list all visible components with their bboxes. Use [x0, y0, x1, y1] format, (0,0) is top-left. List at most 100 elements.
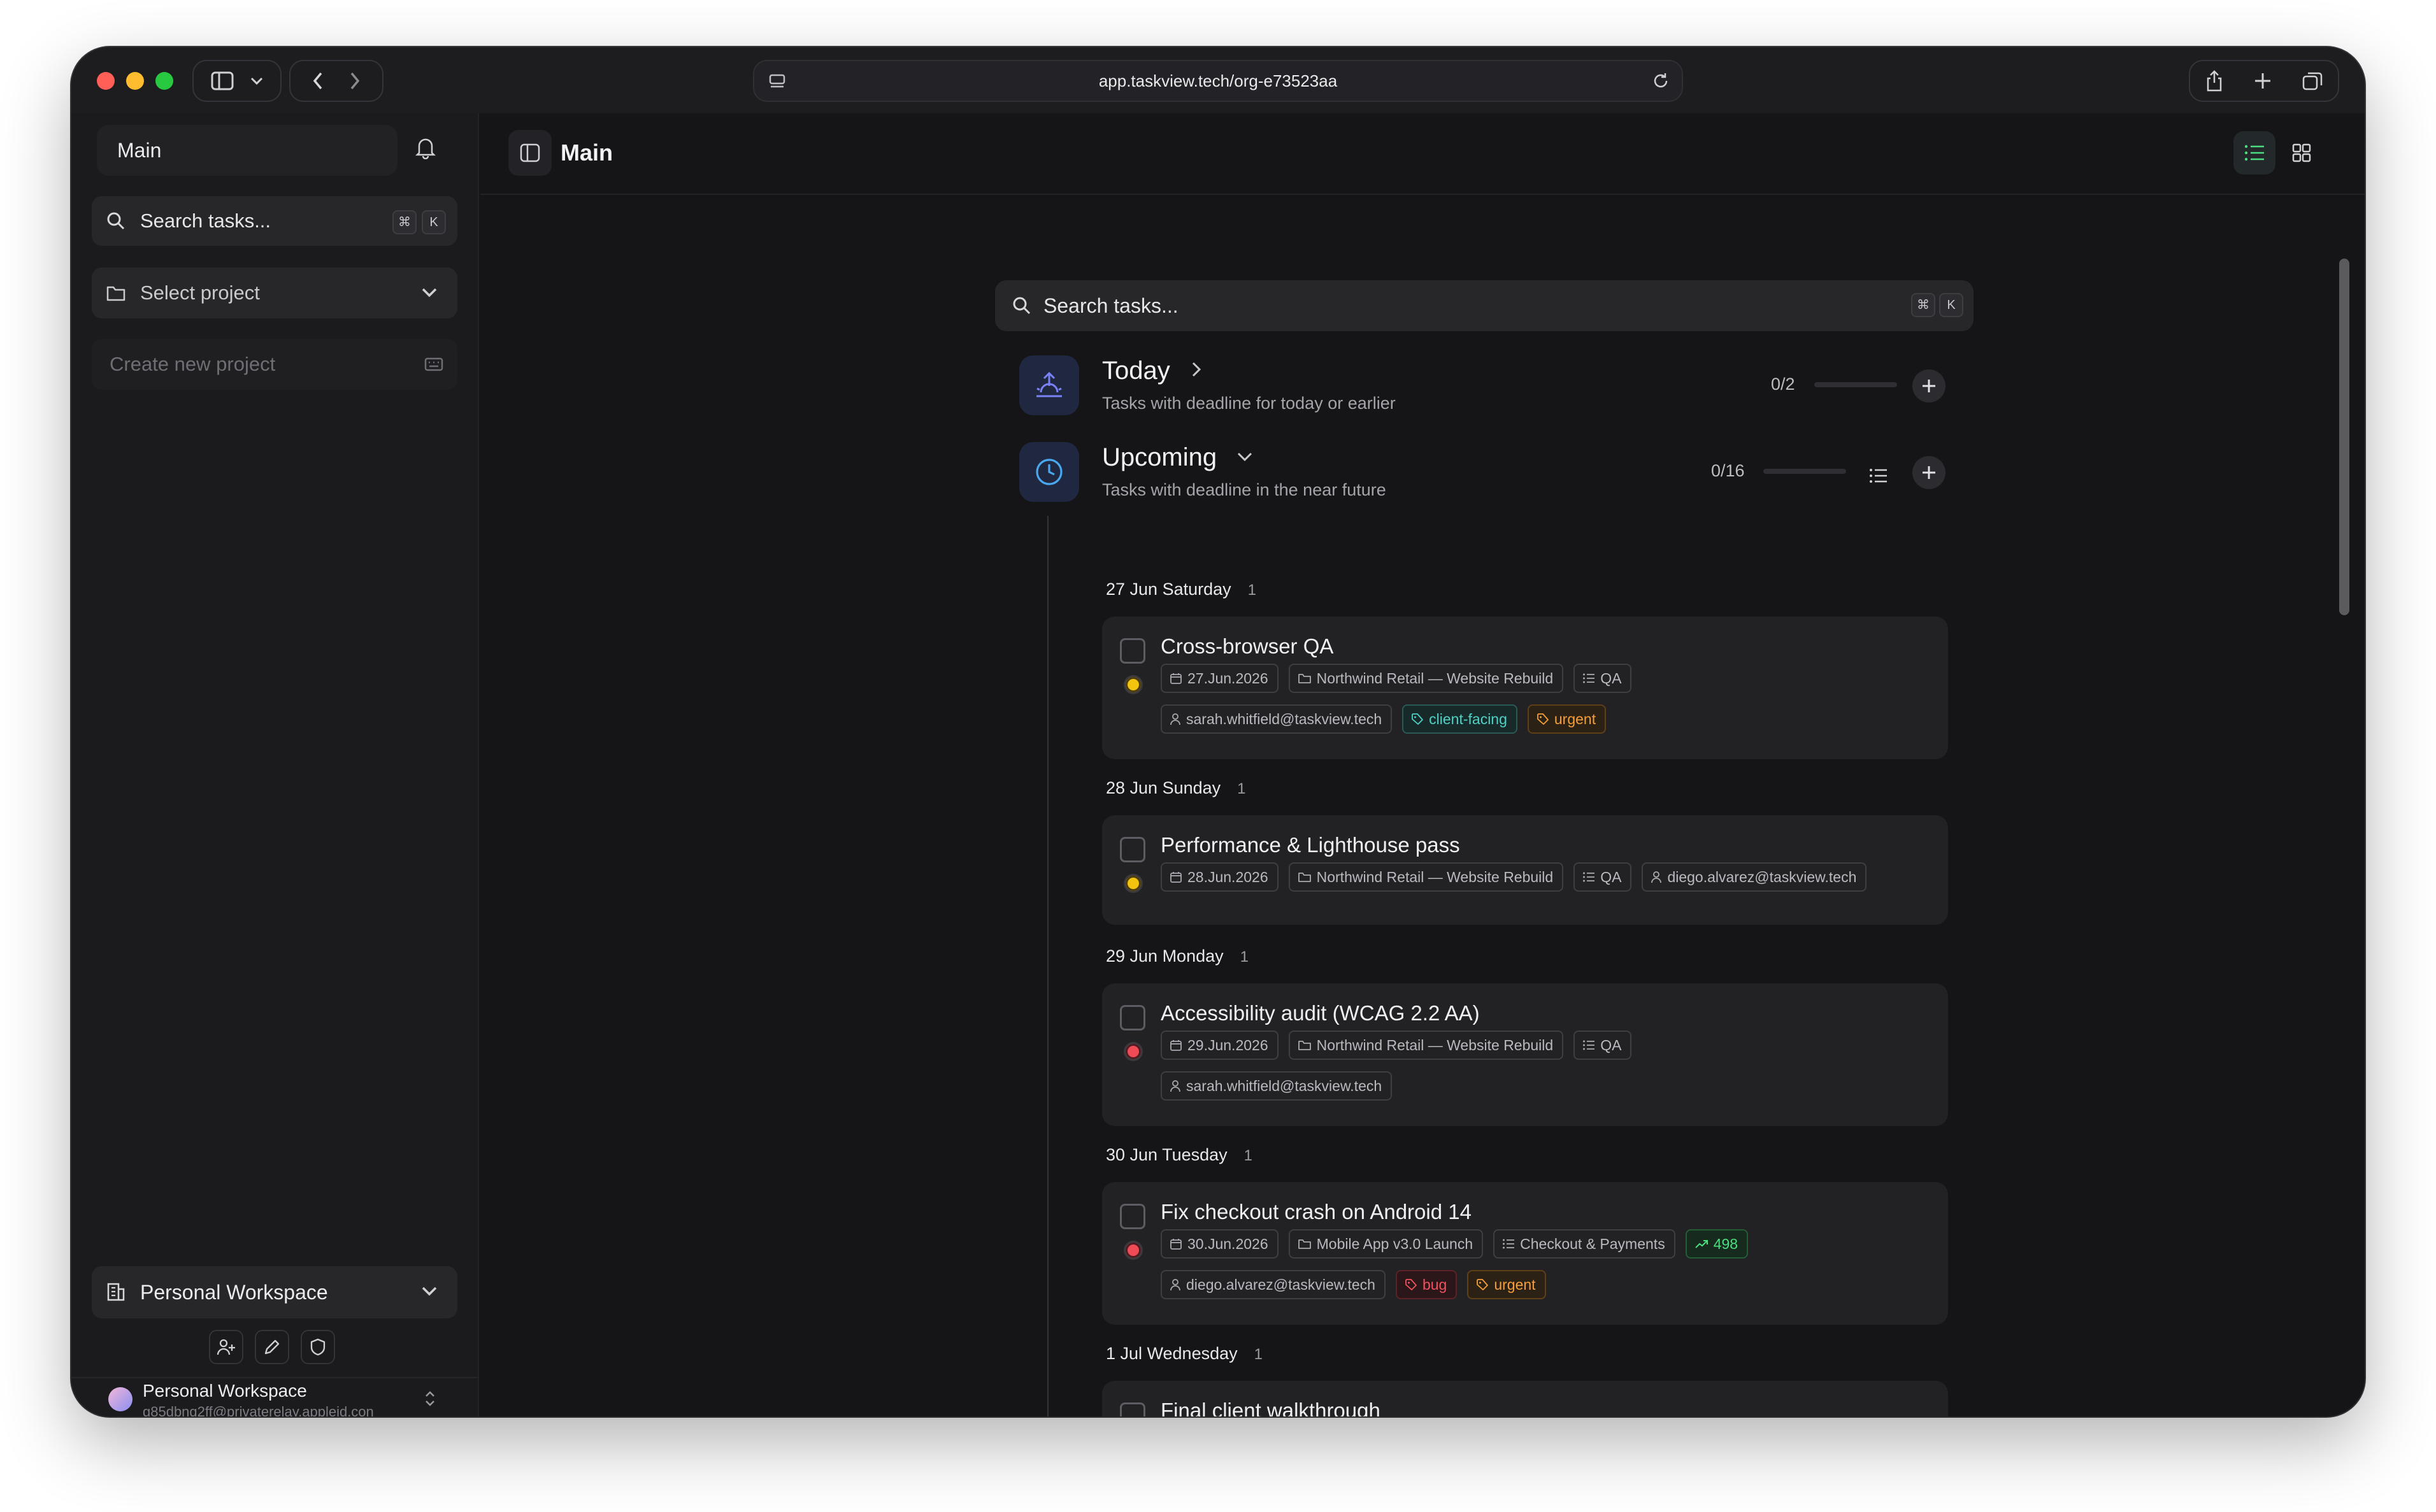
url-text: app.taskview.tech/org-e73523aa: [1098, 71, 1338, 90]
tab-overview-icon[interactable]: [2302, 71, 2323, 91]
today-subtitle: Tasks with deadline for today or earlier: [1102, 394, 1396, 413]
new-tab-icon[interactable]: [2253, 71, 2272, 90]
task-tag-user[interactable]: sarah.whitfield@taskview.tech: [1161, 704, 1393, 734]
task-tag-text: urgent: [1554, 711, 1596, 727]
back-icon[interactable]: [312, 71, 324, 90]
task-card[interactable]: Accessibility audit (WCAG 2.2 AA) 29.Jun.…: [1102, 983, 1948, 1126]
day-header: 28 Jun Sunday 1: [1106, 778, 1246, 798]
search-icon: [107, 212, 125, 230]
task-tag-trend[interactable]: 498: [1685, 1229, 1749, 1259]
task-tag-list[interactable]: Checkout & Payments: [1493, 1229, 1675, 1259]
task-tag-text: 30.Jun.2026: [1187, 1236, 1268, 1252]
zoom-window-button[interactable]: [155, 72, 173, 90]
sunrise-icon: [1036, 371, 1062, 397]
task-tag-calendar[interactable]: 27.Jun.2026: [1161, 664, 1279, 693]
day-task-count: 1: [1254, 1346, 1263, 1363]
task-tag-text: 29.Jun.2026: [1187, 1037, 1268, 1053]
task-tag-text: client-facing: [1429, 711, 1507, 727]
create-project-input[interactable]: Create new project: [92, 339, 457, 390]
task-tag-list[interactable]: QA: [1573, 1031, 1632, 1060]
task-checkbox[interactable]: [1120, 1402, 1145, 1416]
add-today-task-button[interactable]: [1912, 369, 1945, 403]
user-plus-icon: [217, 1339, 235, 1355]
workspace-security-button[interactable]: [301, 1330, 335, 1364]
task-checkbox[interactable]: [1120, 1005, 1145, 1031]
task-card[interactable]: Cross-browser QA 27.Jun.2026 Northwind Ret…: [1102, 617, 1948, 759]
task-tag-tag[interactable]: client-facing: [1402, 704, 1517, 734]
task-tag-user[interactable]: sarah.whitfield@taskview.tech: [1161, 1071, 1393, 1101]
forward-icon[interactable]: [349, 71, 361, 90]
task-checkbox[interactable]: [1120, 837, 1145, 862]
today-title[interactable]: Today: [1102, 357, 1201, 385]
task-card[interactable]: Final client walkthrough01.Jul.2026North…: [1102, 1381, 1948, 1416]
task-tag-tag[interactable]: urgent: [1527, 704, 1607, 734]
shortcut-cmd-key: ⌘: [392, 210, 417, 234]
task-card[interactable]: Performance & Lighthouse pass 28.Jun.2026…: [1102, 815, 1948, 925]
manage-members-button[interactable]: [209, 1330, 243, 1364]
address-bar[interactable]: app.taskview.tech/org-e73523aa: [753, 60, 1683, 102]
scrollbar[interactable]: [2339, 259, 2349, 615]
task-tag-folder[interactable]: Mobile App v3.0 Launch: [1288, 1229, 1484, 1259]
day-task-count: 1: [1240, 948, 1249, 966]
calendar-icon: [1170, 1039, 1182, 1052]
task-tag-calendar[interactable]: 30.Jun.2026: [1161, 1229, 1279, 1259]
list-icon: [1582, 871, 1595, 883]
task-tag-text: QA: [1600, 1037, 1622, 1053]
task-tag-text: 28.Jun.2026: [1187, 869, 1268, 885]
project-select[interactable]: Select project: [92, 267, 457, 318]
browser-actions: [2189, 60, 2339, 102]
task-tag-tag[interactable]: bug: [1395, 1270, 1458, 1299]
upcoming-title[interactable]: Upcoming: [1102, 443, 1253, 472]
task-tag-folder[interactable]: Northwind Retail — Website Rebuild: [1288, 664, 1564, 693]
task-tag-row: diego.alvarez@taskview.tech bug urgent: [1161, 1270, 1546, 1299]
main-search[interactable]: Search tasks... ⌘ K: [995, 280, 1974, 331]
task-tag-user[interactable]: diego.alvarez@taskview.tech: [1161, 1270, 1386, 1299]
task-checkbox[interactable]: [1120, 1204, 1145, 1229]
workspace-name[interactable]: Main: [97, 125, 398, 176]
list-view-button[interactable]: [2233, 131, 2275, 175]
task-tag-text: 27.Jun.2026: [1187, 670, 1268, 687]
task-tag-calendar[interactable]: 28.Jun.2026: [1161, 862, 1279, 892]
toggle-sidebar-button[interactable]: [508, 130, 552, 176]
task-tag-folder[interactable]: Northwind Retail — Website Rebuild: [1288, 862, 1564, 892]
task-card[interactable]: Fix checkout crash on Android 14 30.Jun.2…: [1102, 1182, 1948, 1325]
task-title: Fix checkout crash on Android 14: [1161, 1200, 1472, 1223]
grid-view-button[interactable]: [2281, 131, 2323, 175]
workspace-switcher[interactable]: Personal Workspace: [92, 1266, 457, 1318]
today-progress-text: 0/2: [1771, 374, 1795, 394]
plus-icon: [1923, 466, 1935, 479]
edit-workspace-button[interactable]: [255, 1330, 289, 1364]
shield-icon: [310, 1338, 326, 1356]
today-progress-bar: [1814, 382, 1897, 387]
task-tag-user[interactable]: diego.alvarez@taskview.tech: [1642, 862, 1867, 892]
priority-indicator: [1124, 675, 1143, 694]
sidebar-search-label: Search tasks...: [140, 210, 271, 232]
minimize-window-button[interactable]: [126, 72, 144, 90]
task-tag-text: sarah.whitfield@taskview.tech: [1186, 1078, 1382, 1094]
tag-icon: [1537, 713, 1549, 725]
task-tag-tag[interactable]: urgent: [1467, 1270, 1546, 1299]
create-project-placeholder: Create new project: [110, 353, 276, 375]
task-checkbox[interactable]: [1120, 638, 1145, 664]
share-icon[interactable]: [2205, 69, 2224, 92]
task-tag-row: sarah.whitfield@taskview.tech client-faci…: [1161, 704, 1607, 734]
browser-titlebar: app.taskview.tech/org-e73523aa: [71, 47, 2365, 113]
bell-icon[interactable]: [415, 136, 436, 159]
day-header: 29 Jun Monday 1: [1106, 946, 1249, 966]
task-tag-calendar[interactable]: 29.Jun.2026: [1161, 1031, 1279, 1060]
task-tag-text: sarah.whitfield@taskview.tech: [1186, 711, 1382, 727]
upcoming-subtitle: Tasks with deadline in the near future: [1102, 480, 1386, 499]
sidebar-toggle-button[interactable]: [192, 60, 282, 102]
task-tag-list[interactable]: QA: [1573, 862, 1632, 892]
tag-icon: [1476, 1278, 1489, 1291]
reload-icon[interactable]: [1651, 71, 1670, 90]
sidebar-search[interactable]: Search tasks... ⌘ K: [92, 196, 457, 246]
task-tag-text: Mobile App v3.0 Launch: [1316, 1236, 1473, 1252]
close-window-button[interactable]: [97, 72, 115, 90]
list-options-icon[interactable]: [1869, 467, 1888, 484]
task-tag-list[interactable]: QA: [1573, 664, 1632, 693]
add-upcoming-task-button[interactable]: [1912, 456, 1945, 489]
sidebar-divider: [71, 1377, 479, 1378]
user-account[interactable]: Personal Workspace g85dbnq2ff@privaterel…: [71, 1381, 479, 1416]
task-tag-folder[interactable]: Northwind Retail — Website Rebuild: [1288, 1031, 1564, 1060]
